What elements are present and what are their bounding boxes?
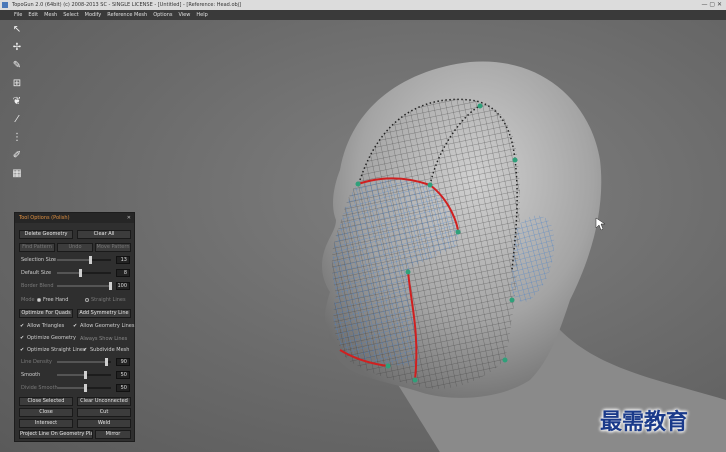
checkmark-icon: ✔ [20,347,25,353]
brush-tool-icon[interactable]: ❦ [8,94,26,109]
window-controls[interactable]: — ▢ ✕ [701,0,722,10]
vertex [412,377,418,383]
selection-size-slider[interactable] [57,256,111,264]
window-title: TopoGun 2.0 (64bit) (c) 2008-2013 SC - S… [12,2,242,8]
cut-button[interactable]: Cut [77,408,131,417]
menu-edit[interactable]: Edit [28,10,38,20]
vertex [509,297,515,303]
optimize-geometry-checkbox[interactable]: ✔ Optimize Geometry [20,335,76,341]
tool-bar: ↖ ✢ ✎ ⊞ ❦ ⁄ ⋮ ✐ ▦ [8,22,28,181]
menu-file[interactable]: File [14,10,22,20]
app-icon [2,2,8,8]
pen-tool-icon[interactable]: ✐ [8,148,26,163]
simple-create-tool-icon[interactable]: ✢ [8,40,26,55]
mode-label: Mode [21,297,35,303]
checkmark-icon: ✔ [20,323,25,329]
find-pattern-button[interactable]: Find Pattern [19,243,55,252]
checkbox-empty-icon [73,335,78,340]
menu-select[interactable]: Select [63,10,78,20]
menu-modify[interactable]: Modify [85,10,102,20]
line-density-label: Line Density [21,359,53,365]
vertex [502,357,508,363]
tool-options-panel: Tool Options (Polish) ✕ Delete Geometry … [14,212,135,442]
radio-icon [85,297,89,302]
grid-tool-icon[interactable]: ▦ [8,166,26,181]
allow-geometry-lines-checkbox[interactable]: ✔ Allow Geometry Lines [73,323,134,329]
watermark-logo: 最需教育 [600,409,689,435]
divide-smooth-value[interactable]: 50 [116,384,130,392]
clear-unconnected-button[interactable]: Clear Unconnected [77,397,131,406]
vertex [385,363,391,369]
window-titlebar: TopoGun 2.0 (64bit) (c) 2008-2013 SC - S… [0,0,726,10]
divide-smooth-label: Divide Smooth [21,385,58,391]
border-blend-slider[interactable] [57,282,112,290]
smooth-label: Smooth [21,372,41,378]
knife-tool-icon[interactable]: ⁄ [8,112,26,127]
optimize-straight-lines-checkbox[interactable]: ✔ Optimize Straight Lines [20,347,86,353]
default-size-label: Default Size [21,270,52,276]
radio-icon [37,297,41,302]
menu-bar: File Edit Mesh Select Modify Reference M… [0,10,726,20]
move-pattern-button[interactable]: Move Pattern [95,243,131,252]
selection-size-value[interactable]: 13 [116,256,130,264]
project-line-button[interactable]: Project Line On Geometry Plane [19,430,93,439]
default-size-slider[interactable] [57,269,111,277]
menu-view[interactable]: View [178,10,190,20]
checkmark-icon: ✔ [73,323,78,329]
undo-button[interactable]: Undo [57,243,93,252]
add-symmetry-line-button[interactable]: Add Symmetry Line [77,309,131,318]
vertex [512,157,518,163]
menu-mesh[interactable]: Mesh [44,10,57,20]
vertex [405,269,411,275]
mode-straight-lines-radio[interactable]: Straight Lines [85,297,126,303]
menu-help[interactable]: Help [196,10,207,20]
weld-button[interactable]: Weld [77,419,131,428]
subdivide-mesh-checkbox[interactable]: ✔ Subdivide Mesh [83,347,129,353]
delete-geometry-button[interactable]: Delete Geometry [19,230,73,239]
tubes-tool-icon[interactable]: ⋮ [8,130,26,145]
mouse-cursor-icon [595,217,606,231]
divide-smooth-slider[interactable] [57,384,111,392]
default-size-value[interactable]: 8 [116,269,130,277]
vertex [477,103,483,109]
selection-size-label: Selection Size [21,257,56,263]
smooth-value[interactable]: 50 [116,371,130,379]
line-density-slider[interactable] [57,358,111,366]
panel-title: Tool Options (Polish) [19,215,70,221]
panel-header[interactable]: Tool Options (Polish) ✕ [15,213,134,223]
border-blend-value[interactable]: 100 [116,282,130,290]
clear-all-button[interactable]: Clear All [77,230,131,239]
menu-reference-mesh[interactable]: Reference Mesh [107,10,147,20]
intersect-button[interactable]: Intersect [19,419,73,428]
select-tool-icon[interactable]: ↖ [8,22,26,37]
allow-triangles-checkbox[interactable]: ✔ Allow Triangles [20,323,64,329]
close-icon[interactable]: ✕ [127,213,131,223]
optimize-for-quads-button[interactable]: Optimize For Quads [19,309,73,318]
menu-options[interactable]: Options [153,10,172,20]
vertex [427,182,433,188]
smooth-slider[interactable] [57,371,111,379]
vertex [455,229,461,235]
bridge-tool-icon[interactable]: ⊞ [8,76,26,91]
mirror-button[interactable]: Mirror [95,430,131,439]
vertex [355,181,361,187]
border-blend-label: Border Blend [21,283,54,289]
checkmark-icon: ✔ [20,335,25,341]
line-density-value[interactable]: 90 [116,358,130,366]
checkmark-icon: ✔ [83,347,88,353]
mode-free-hand-radio[interactable]: Free Hand [37,297,68,303]
always-show-lines-checkbox[interactable]: Always Show Lines [73,335,127,342]
close-selected-button[interactable]: Close Selected [19,397,73,406]
close-button[interactable]: Close [19,408,73,417]
draw-tool-icon[interactable]: ✎ [8,58,26,73]
